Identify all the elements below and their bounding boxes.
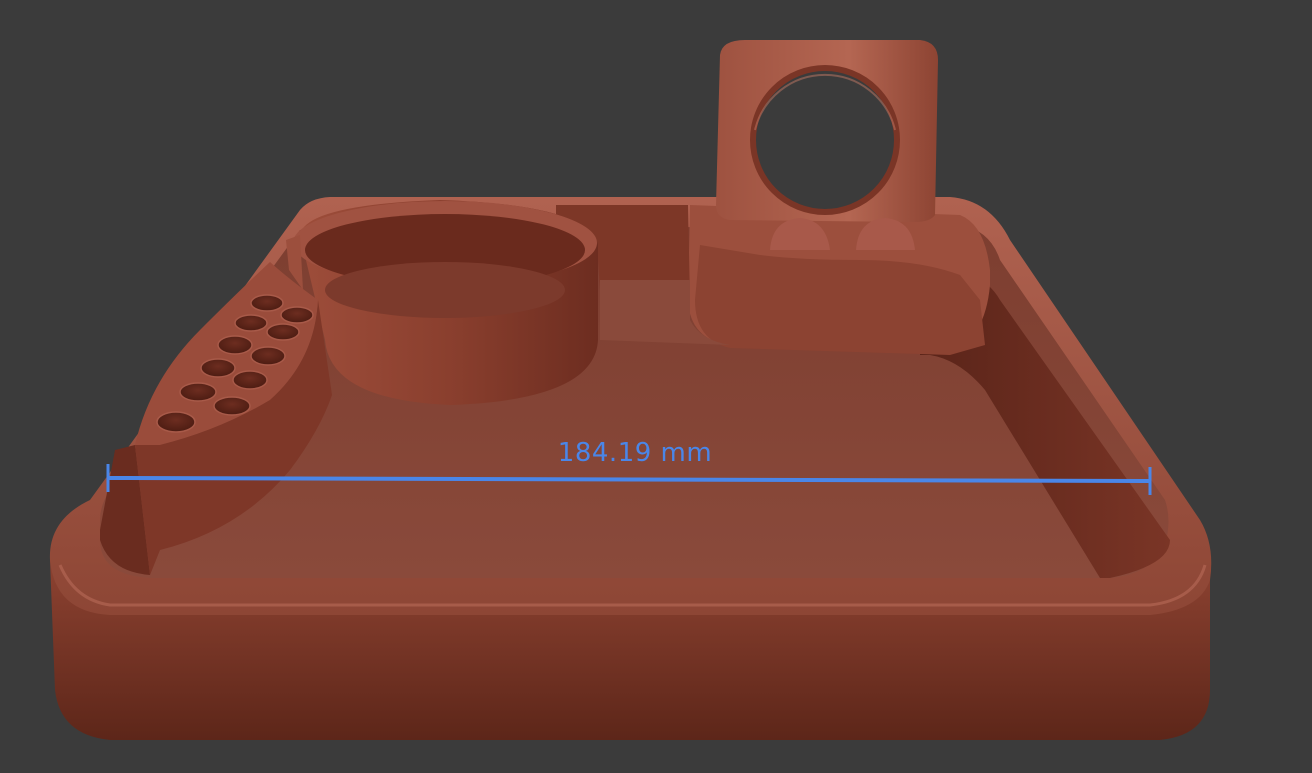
pen-hole (200, 358, 236, 378)
pen-hole (250, 294, 284, 312)
pen-hole (217, 335, 253, 355)
pen-hole (179, 382, 217, 402)
pen-hole (156, 411, 196, 433)
back-shelf (556, 205, 990, 355)
pen-hole (280, 306, 314, 324)
pen-hole (213, 396, 251, 416)
3d-viewport[interactable]: 184.19 mm (0, 0, 1312, 773)
pen-hole (234, 314, 268, 332)
measurement-label: 184.19 mm (557, 438, 713, 468)
pen-hole (266, 323, 300, 341)
pen-hole (250, 346, 286, 366)
watch-stand (716, 40, 938, 222)
pen-hole (232, 370, 268, 390)
model-render (49, 40, 1212, 740)
cup-floor (325, 262, 565, 318)
